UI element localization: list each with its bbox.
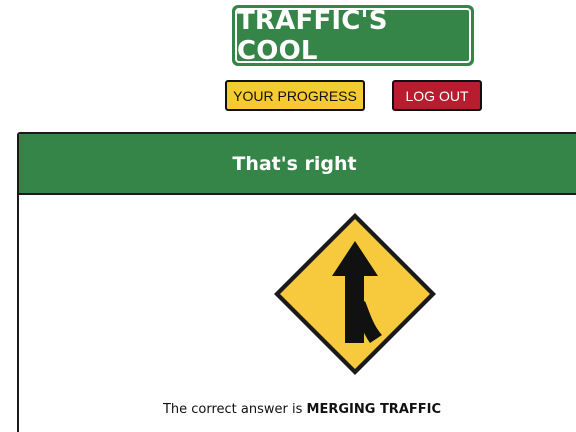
result-title: That's right xyxy=(19,134,576,195)
your-progress-button[interactable]: YOUR PROGRESS xyxy=(225,80,365,111)
page: TRAFFIC'S COOL YOUR PROGRESS LOG OUT Tha… xyxy=(0,0,576,432)
log-out-button[interactable]: LOG OUT xyxy=(392,80,482,111)
merging-traffic-sign-icon xyxy=(270,209,440,379)
answer-prefix: The correct answer is xyxy=(162,402,303,417)
answer-line: The correct answer is MERGING TRAFFIC xyxy=(19,402,576,417)
logo-text: TRAFFIC'S COOL xyxy=(235,6,471,66)
result-card: That's right The correct answer is MERGI… xyxy=(17,132,576,432)
logo[interactable]: TRAFFIC'S COOL xyxy=(232,5,474,66)
answer-value: MERGING TRAFFIC xyxy=(306,402,442,417)
